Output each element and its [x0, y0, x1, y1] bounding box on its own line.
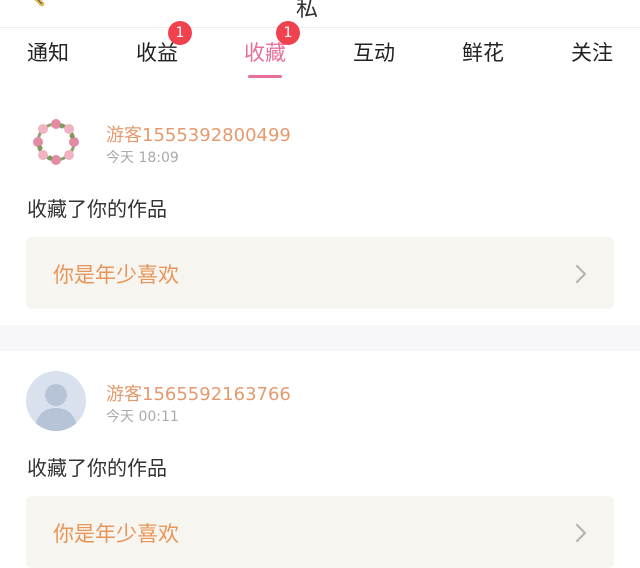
tab-label: 通知 [27, 41, 69, 65]
work-title: 你是年少喜欢 [53, 263, 179, 287]
tab-label: 收益 [136, 41, 178, 65]
work-title: 你是年少喜欢 [53, 522, 179, 546]
active-tab-indicator [248, 75, 282, 78]
avatar[interactable] [26, 112, 86, 172]
unread-badge: 1 [168, 21, 192, 45]
top-bar: 私 [0, 0, 640, 28]
work-link[interactable]: 你是年少喜欢 [26, 237, 614, 309]
chevron-right-icon [575, 523, 587, 543]
tab-notice[interactable]: 通知 [18, 38, 78, 78]
chevron-right-icon [575, 264, 587, 284]
page-title: 私 [296, 0, 321, 22]
tab-label: 鲜花 [462, 41, 504, 65]
tab-label: 互动 [353, 41, 395, 65]
avatar[interactable] [26, 371, 86, 431]
action-text: 收藏了你的作品 [27, 456, 167, 480]
flower-wreath-icon [26, 112, 86, 172]
username[interactable]: 游客1565592163766 [106, 380, 291, 406]
timestamp: 今天 18:09 [106, 150, 179, 166]
tab-bar: 通知 收益 1 收藏 1 互动 鲜花 关注 [0, 21, 640, 88]
action-text: 收藏了你的作品 [27, 197, 167, 221]
username[interactable]: 游客1555392800499 [106, 121, 291, 147]
default-avatar-icon [26, 371, 86, 431]
tab-label: 收藏 [244, 41, 286, 65]
tab-interactions[interactable]: 互动 [344, 38, 404, 78]
tab-favorites[interactable]: 收藏 1 [235, 21, 300, 78]
unread-badge: 1 [276, 21, 300, 45]
tab-label: 关注 [571, 41, 613, 65]
tab-following[interactable]: 关注 [562, 38, 622, 78]
tab-earnings[interactable]: 收益 1 [127, 21, 192, 78]
timestamp: 今天 00:11 [106, 409, 179, 425]
back-icon[interactable] [22, 0, 52, 10]
tab-flowers[interactable]: 鲜花 [453, 38, 513, 78]
work-link[interactable]: 你是年少喜欢 [26, 496, 614, 568]
section-divider [0, 325, 640, 351]
